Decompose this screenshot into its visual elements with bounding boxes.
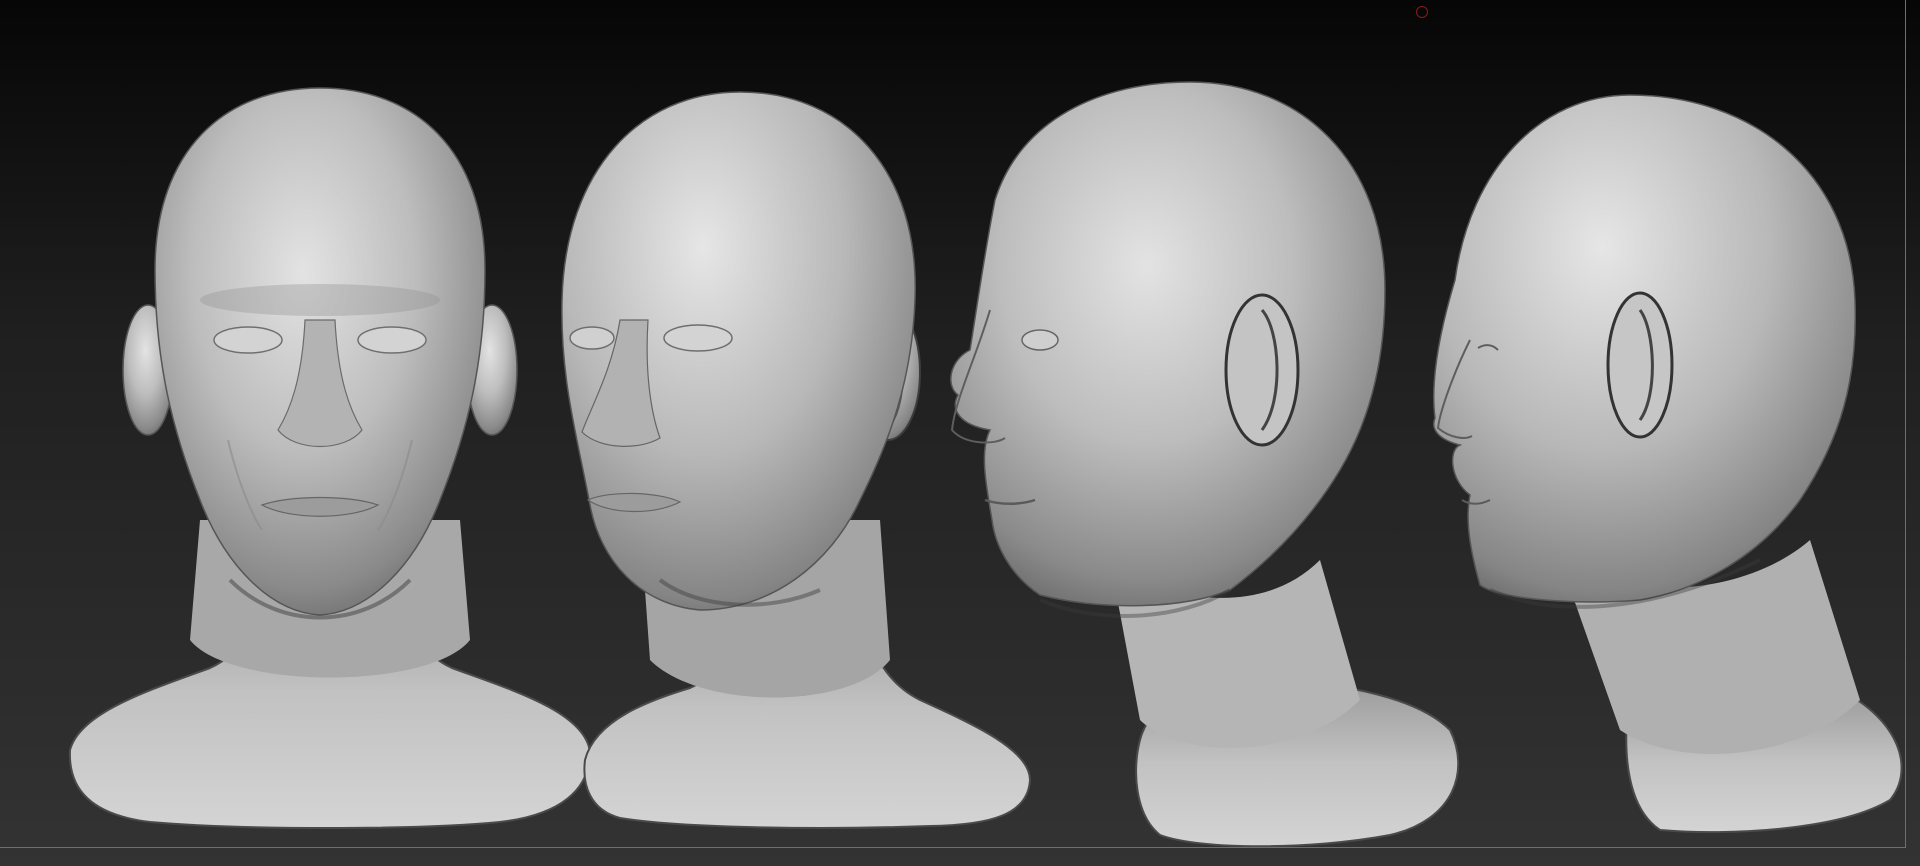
ear (1224, 293, 1300, 447)
eye-left (213, 326, 283, 354)
eye (1021, 329, 1059, 351)
eye-right (663, 324, 733, 352)
sculpt-models[interactable] (0, 0, 1920, 866)
head-back-three-quarter-view[interactable] (1432, 94, 1903, 834)
viewport-canvas[interactable] (0, 0, 1920, 866)
head-front-view[interactable] (68, 87, 592, 829)
head-three-quarter-view[interactable] (561, 91, 1032, 829)
ear (1606, 291, 1674, 439)
head-shape (950, 81, 1386, 607)
head-side-view[interactable] (950, 81, 1460, 848)
eye-left (569, 326, 615, 350)
eye-right (357, 326, 427, 354)
